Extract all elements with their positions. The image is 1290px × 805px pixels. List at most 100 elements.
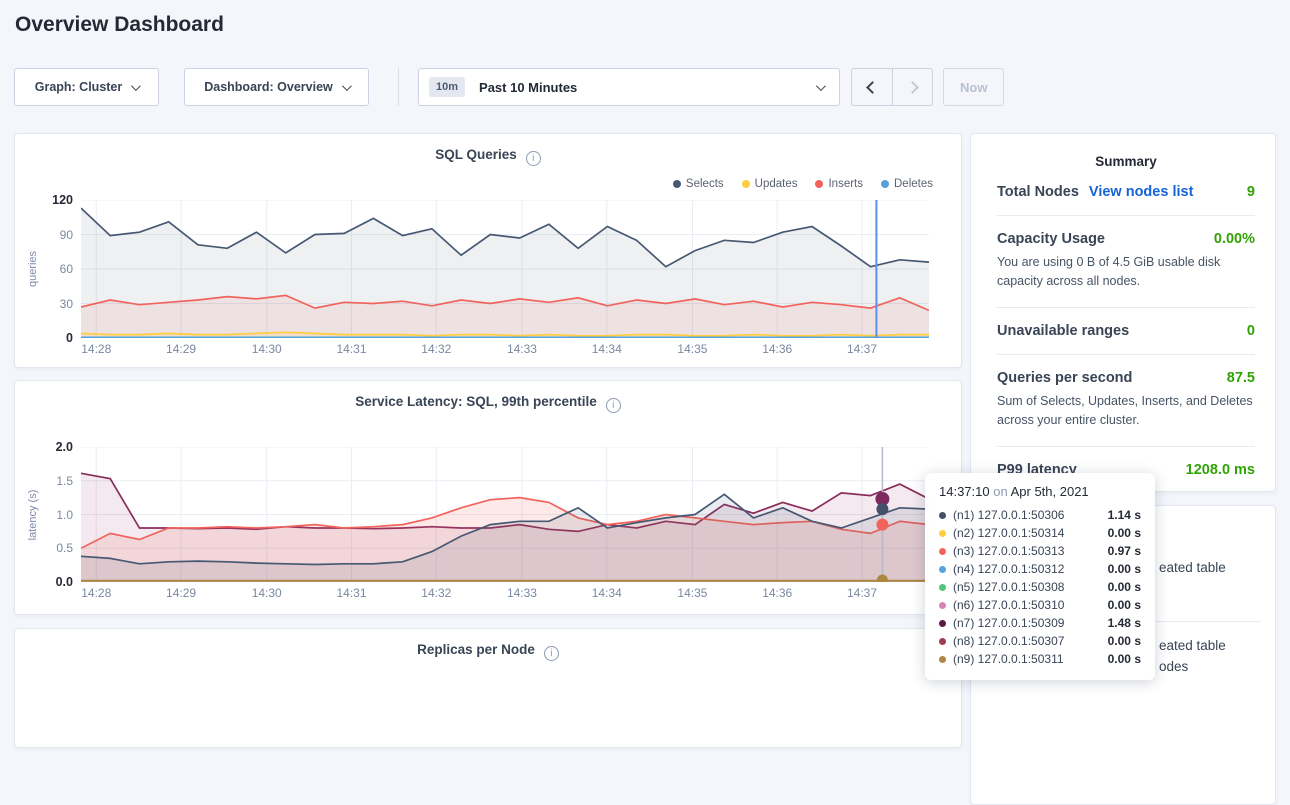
- graph-dropdown[interactable]: Graph: Cluster: [14, 68, 159, 106]
- legend-label: Updates: [755, 178, 798, 190]
- total-nodes-value: 9: [1247, 184, 1255, 200]
- x-tick-label: 14:32: [421, 586, 451, 600]
- tooltip-row-n2: (n2) 127.0.0.1:503140.00 s: [939, 524, 1141, 542]
- queries-per-second-value: 87.5: [1227, 370, 1255, 386]
- legend-label: Selects: [686, 178, 724, 190]
- node-value: 0.00 s: [1100, 634, 1141, 648]
- view-nodes-list-link[interactable]: View nodes list: [1089, 184, 1194, 200]
- x-tick-label: 14:32: [421, 342, 451, 356]
- y-tick-label: 0.5: [56, 541, 73, 555]
- y-tick-label: 30: [60, 297, 73, 311]
- summary-panel: Summary Total Nodes View nodes list 9 Ca…: [970, 133, 1276, 492]
- unavailable-ranges-value: 0: [1247, 323, 1255, 339]
- legend-item-updates: Updates: [742, 178, 798, 190]
- chart-hover-tooltip: 14:37:10 on Apr 5th, 2021 (n1) 127.0.0.1…: [925, 473, 1155, 680]
- summary-row-unavailable-ranges: Unavailable ranges 0: [997, 308, 1255, 339]
- info-icon[interactable]: i: [526, 151, 541, 166]
- summary-title: Summary: [997, 134, 1255, 169]
- legend-item-deletes: Deletes: [881, 178, 933, 190]
- node-value: 0.00 s: [1100, 580, 1141, 594]
- event-item-fragment: eated table: [1159, 560, 1226, 575]
- capacity-usage-label: Capacity Usage: [997, 231, 1105, 247]
- summary-row-capacity: Capacity Usage 0.00% You are using 0 B o…: [997, 216, 1255, 292]
- next-time-button[interactable]: [892, 69, 932, 105]
- tooltip-row-n1: (n1) 127.0.0.1:50306 1.14 s: [939, 506, 1141, 524]
- x-tick-label: 14:37: [847, 586, 877, 600]
- chevron-down-icon: [816, 81, 826, 91]
- tooltip-date: Apr 5th, 2021: [1011, 484, 1089, 499]
- y-tick-label: 0.0: [56, 575, 73, 589]
- time-nav: [851, 68, 933, 106]
- chevron-left-icon: [866, 81, 879, 94]
- node-address: (n1) 127.0.0.1:50306: [953, 508, 1064, 522]
- service-latency-plot-area[interactable]: [81, 447, 929, 582]
- node-value: 1.48 s: [1100, 616, 1141, 630]
- y-tick-label: 0: [66, 331, 73, 345]
- legend-item-inserts: Inserts: [815, 178, 863, 190]
- series-dot: [939, 656, 946, 663]
- legend-item-selects: Selects: [673, 178, 724, 190]
- x-tick-label: 14:30: [252, 586, 282, 600]
- node-address: (n8) 127.0.0.1:50307: [953, 634, 1064, 648]
- series-dot: [939, 620, 946, 627]
- chart-legend: Selects Updates Inserts Deletes: [673, 178, 933, 190]
- x-tick-label: 14:33: [507, 586, 537, 600]
- y-axis-unit-label: queries: [27, 251, 39, 287]
- series-dot: [939, 566, 946, 573]
- series-dot: [939, 638, 946, 645]
- time-range-badge: 10m: [429, 77, 465, 97]
- x-tick-label: 14:34: [592, 342, 622, 356]
- graph-dropdown-label: Graph: Cluster: [35, 80, 123, 94]
- x-tick-label: 14:31: [336, 586, 366, 600]
- now-button[interactable]: Now: [943, 68, 1004, 106]
- node-address: (n6) 127.0.0.1:50310: [953, 598, 1064, 612]
- chevron-down-icon: [342, 81, 352, 91]
- event-item-fragment: odes: [1159, 659, 1188, 674]
- y-tick-label: 1.5: [56, 474, 73, 488]
- capacity-usage-value: 0.00%: [1214, 231, 1255, 247]
- tooltip-row-n6: (n6) 127.0.0.1:503100.00 s: [939, 596, 1141, 614]
- x-axis: 14:2814:2914:3014:3114:3214:3314:3414:35…: [81, 342, 929, 360]
- prev-time-button[interactable]: [852, 69, 892, 105]
- tooltip-row-n4: (n4) 127.0.0.1:50312 0.00 s: [939, 560, 1141, 578]
- x-tick-label: 14:28: [81, 342, 111, 356]
- node-value: 0.97 s: [1100, 544, 1141, 558]
- y-tick-label: 1.0: [56, 508, 73, 522]
- summary-row-total-nodes: Total Nodes View nodes list 9: [997, 169, 1255, 200]
- time-range-picker[interactable]: 10m Past 10 Minutes: [418, 68, 840, 106]
- node-value: 1.14 s: [1100, 508, 1141, 522]
- info-icon[interactable]: i: [544, 646, 559, 661]
- y-tick-label: 2.0: [56, 440, 73, 454]
- charts-column: SQL Queries i Selects Updates Inserts Del…: [14, 133, 962, 748]
- legend-dot: [881, 180, 889, 188]
- legend-dot: [673, 180, 681, 188]
- tooltip-row-n7: (n7) 127.0.0.1:503091.48 s: [939, 614, 1141, 632]
- tooltip-row-n9: (n9) 127.0.0.1:503110.00 s: [939, 650, 1141, 668]
- info-icon[interactable]: i: [606, 398, 621, 413]
- x-tick-label: 14:37: [847, 342, 877, 356]
- replicas-per-node-chart-card: Replicas per Nodei: [14, 628, 962, 748]
- chevron-down-icon: [131, 81, 141, 91]
- total-nodes-label: Total Nodes: [997, 184, 1079, 200]
- legend-label: Deletes: [894, 178, 933, 190]
- time-range-label: Past 10 Minutes: [479, 80, 577, 95]
- x-tick-label: 14:29: [166, 342, 196, 356]
- y-tick-label: 60: [60, 262, 73, 276]
- capacity-usage-desc: You are using 0 B of 4.5 GiB usable disk…: [997, 253, 1255, 292]
- series-dot: [939, 548, 946, 555]
- y-axis-unit-label: latency (s): [27, 489, 39, 540]
- x-tick-label: 14:29: [166, 586, 196, 600]
- chart-title-sql-queries: SQL Queries: [435, 147, 517, 162]
- summary-row-qps: Queries per second 87.5 Sum of Selects, …: [997, 355, 1255, 431]
- dashboard-dropdown[interactable]: Dashboard: Overview: [184, 68, 369, 106]
- x-tick-label: 14:35: [677, 586, 707, 600]
- sql-queries-plot-area[interactable]: [81, 200, 929, 338]
- legend-dot: [815, 180, 823, 188]
- toolbar: Graph: Cluster Dashboard: Overview 10m P…: [14, 68, 1004, 106]
- x-axis: 14:2814:2914:3014:3114:3214:3314:3414:35…: [81, 586, 929, 604]
- node-value: 0.00 s: [1100, 562, 1141, 576]
- node-address: (n4) 127.0.0.1:50312: [953, 562, 1064, 576]
- tooltip-row-n5: (n5) 127.0.0.1:503080.00 s: [939, 578, 1141, 596]
- x-tick-label: 14:34: [592, 586, 622, 600]
- y-axis: latency (s) 0.00.51.01.52.0: [15, 447, 81, 582]
